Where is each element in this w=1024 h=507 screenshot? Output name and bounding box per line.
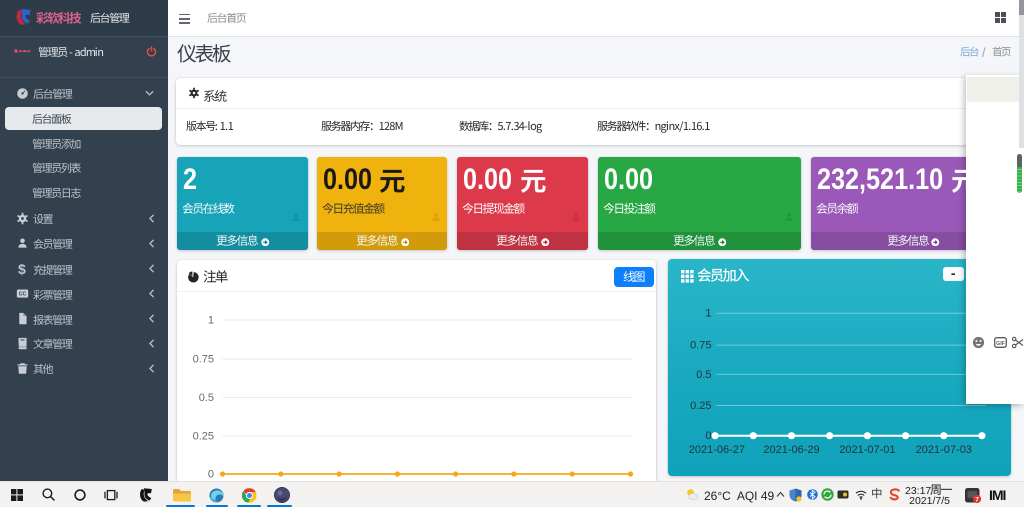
svg-text:0: 0 — [207, 469, 213, 481]
svg-text:0.75: 0.75 — [690, 340, 711, 352]
svg-text:GIF: GIF — [996, 341, 1005, 347]
svg-text:0.5: 0.5 — [198, 392, 213, 404]
svg-text:2021-06-29: 2021-06-29 — [763, 444, 819, 456]
svg-text:0.25: 0.25 — [192, 431, 213, 443]
svg-text:CC: CC — [19, 292, 27, 298]
svg-text:2021-06-27: 2021-06-27 — [688, 444, 744, 456]
svg-text:1: 1 — [705, 308, 711, 320]
svg-text:0.25: 0.25 — [690, 400, 711, 412]
svg-text:0: 0 — [705, 430, 711, 442]
svg-text:2021-07-03: 2021-07-03 — [915, 444, 971, 456]
svg-text:0.75: 0.75 — [192, 354, 213, 366]
svg-text:7: 7 — [975, 496, 979, 503]
svg-text:1: 1 — [207, 315, 213, 327]
svg-text:0.5: 0.5 — [696, 369, 711, 381]
svg-text:2021-07-01: 2021-07-01 — [839, 444, 895, 456]
